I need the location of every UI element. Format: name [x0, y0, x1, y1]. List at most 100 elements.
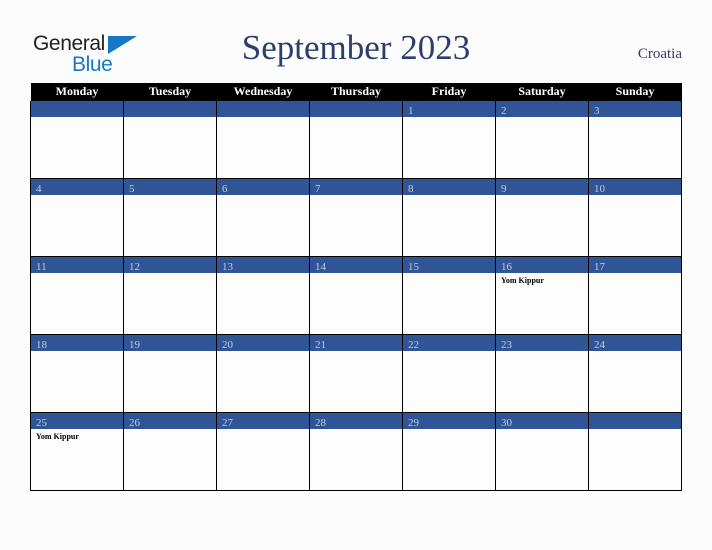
day-number: 8: [408, 183, 414, 195]
day-number: 13: [222, 261, 233, 273]
calendar-header: Monday Tuesday Wednesday Thursday Friday…: [30, 83, 682, 101]
day-number: 19: [129, 339, 140, 351]
day-number-bar: 21: [310, 335, 402, 351]
calendar-day-cell[interactable]: 22: [402, 334, 496, 413]
calendar-empty-cell[interactable]: [309, 101, 403, 179]
calendar-day-cell[interactable]: 19: [123, 334, 217, 413]
day-number: 28: [315, 417, 326, 429]
day-number: 4: [36, 183, 42, 195]
day-events: [404, 195, 495, 198]
day-events: [497, 195, 588, 198]
calendar-day-cell[interactable]: 1: [402, 101, 496, 179]
weekday-header-sunday: Sunday: [615, 84, 655, 98]
day-number-bar: 13: [217, 257, 309, 273]
day-number-bar: 16: [496, 257, 588, 273]
calendar-day-cell[interactable]: 3: [588, 101, 682, 179]
day-number-bar: 23: [496, 335, 588, 351]
day-number-bar: 15: [403, 257, 495, 273]
day-number-bar: 11: [31, 257, 123, 273]
calendar-empty-cell[interactable]: [123, 101, 217, 179]
day-number-bar: [31, 101, 123, 117]
weekday-header-monday: Monday: [55, 84, 99, 98]
day-number: 2: [501, 105, 507, 117]
calendar-day-cell[interactable]: 11: [30, 256, 124, 335]
calendar-day-cell[interactable]: 12: [123, 256, 217, 335]
page-header: General Blue September 2023 Croatia: [0, 0, 712, 83]
day-number: 14: [315, 261, 326, 273]
day-events: [404, 117, 495, 120]
day-number-bar: [310, 101, 402, 117]
day-events: [32, 195, 123, 198]
day-number: 18: [36, 339, 47, 351]
calendar-empty-cell[interactable]: [216, 101, 310, 179]
calendar-day-cell[interactable]: 17: [588, 256, 682, 335]
day-number-bar: 19: [124, 335, 216, 351]
day-number-bar: 3: [589, 101, 681, 117]
weekday-header-friday: Friday: [431, 84, 467, 98]
calendar-day-cell[interactable]: 14: [309, 256, 403, 335]
calendar-week-row: 11 12 13 14 15 16 Yom Kippur 17: [30, 256, 682, 335]
calendar-day-cell[interactable]: 10: [588, 178, 682, 257]
day-events: [32, 117, 123, 120]
day-events: [590, 429, 681, 432]
calendar-day-cell[interactable]: 29: [402, 412, 496, 491]
day-events: [311, 117, 402, 120]
calendar-day-cell[interactable]: 23: [495, 334, 589, 413]
day-number: 21: [315, 339, 326, 351]
calendar-week-row: 1 2 3: [30, 101, 682, 179]
weekday-header-tuesday: Tuesday: [148, 84, 192, 98]
calendar-day-cell[interactable]: 5: [123, 178, 217, 257]
day-number-bar: 10: [589, 179, 681, 195]
calendar-day-cell[interactable]: 13: [216, 256, 310, 335]
calendar-day-cell[interactable]: 25 Yom Kippur: [30, 412, 124, 491]
day-number-bar: 8: [403, 179, 495, 195]
day-number: 10: [594, 183, 605, 195]
calendar-day-cell[interactable]: 15: [402, 256, 496, 335]
calendar-day-cell[interactable]: 21: [309, 334, 403, 413]
calendar-day-cell[interactable]: 18: [30, 334, 124, 413]
calendar-day-cell[interactable]: 20: [216, 334, 310, 413]
calendar-day-cell[interactable]: 8: [402, 178, 496, 257]
day-number: 25: [36, 417, 47, 429]
calendar-empty-cell[interactable]: [30, 101, 124, 179]
day-number-bar: 12: [124, 257, 216, 273]
day-number-bar: 7: [310, 179, 402, 195]
day-number: 6: [222, 183, 228, 195]
calendar-day-cell[interactable]: 4: [30, 178, 124, 257]
calendar-day-cell[interactable]: 27: [216, 412, 310, 491]
day-number: 23: [501, 339, 512, 351]
calendar-day-cell[interactable]: 30: [495, 412, 589, 491]
day-number: 5: [129, 183, 135, 195]
day-number: 20: [222, 339, 233, 351]
calendar-day-cell[interactable]: 9: [495, 178, 589, 257]
calendar-day-cell[interactable]: 2: [495, 101, 589, 179]
day-number-bar: [124, 101, 216, 117]
calendar-body: 1 2 3 4 5 6 7 8 9 10 11 12 13 14 15 16 Yom Kippur 17 18 19 2…: [30, 101, 682, 491]
day-number-bar: 9: [496, 179, 588, 195]
calendar-day-cell[interactable]: 24: [588, 334, 682, 413]
calendar-day-cell[interactable]: 26: [123, 412, 217, 491]
day-number: 16: [501, 261, 512, 273]
calendar-empty-cell[interactable]: [588, 412, 682, 491]
weekday-header-wednesday: Wednesday: [233, 84, 293, 98]
day-events: [497, 117, 588, 120]
day-number: 7: [315, 183, 321, 195]
calendar-day-cell[interactable]: 7: [309, 178, 403, 257]
calendar-day-cell[interactable]: 6: [216, 178, 310, 257]
day-events: [218, 195, 309, 198]
day-number: 24: [594, 339, 605, 351]
day-number-bar: 28: [310, 413, 402, 429]
calendar-day-cell[interactable]: 16 Yom Kippur: [495, 256, 589, 335]
day-number-bar: 6: [217, 179, 309, 195]
day-number-bar: [217, 101, 309, 117]
calendar-day-cell[interactable]: 28: [309, 412, 403, 491]
calendar-week-row: 4 5 6 7 8 9 10: [30, 178, 682, 257]
day-number-bar: 27: [217, 413, 309, 429]
holiday-label: Yom Kippur: [36, 432, 79, 441]
day-number-bar: 26: [124, 413, 216, 429]
page-title: September 2023: [241, 28, 471, 67]
day-number: 11: [36, 261, 47, 273]
day-number-bar: 24: [589, 335, 681, 351]
day-number-bar: [589, 413, 681, 429]
day-number: 9: [501, 183, 507, 195]
